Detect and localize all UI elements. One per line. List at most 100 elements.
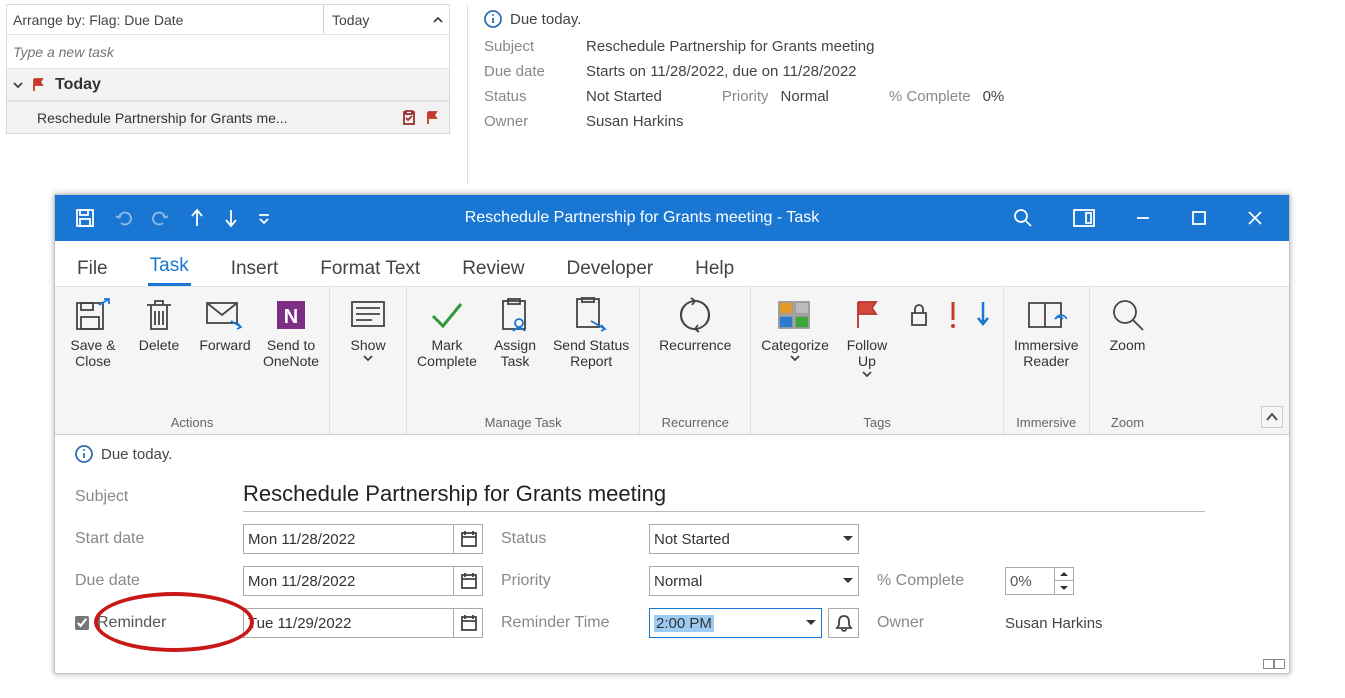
minimize-icon[interactable] bbox=[1135, 210, 1151, 226]
high-importance-button[interactable] bbox=[943, 293, 963, 335]
pct-complete-value: 0% bbox=[983, 88, 1005, 105]
priority-label: Priority bbox=[501, 572, 631, 590]
maximize-icon[interactable] bbox=[1191, 210, 1207, 226]
send-status-report-button[interactable]: Send Status Report bbox=[553, 293, 629, 369]
show-button[interactable]: Show bbox=[340, 293, 396, 361]
due-today-text: Due today. bbox=[510, 11, 581, 28]
tab-developer[interactable]: Developer bbox=[565, 252, 656, 286]
sort-filter-dropdown[interactable]: Today bbox=[323, 5, 443, 34]
priority-select[interactable]: Normal bbox=[649, 566, 859, 596]
spin-up-icon[interactable] bbox=[1055, 568, 1073, 581]
ribbon-group-recurrence: Recurrence Recurrence bbox=[640, 287, 751, 434]
status-select[interactable]: Not Started bbox=[649, 524, 859, 554]
next-item-icon[interactable] bbox=[223, 208, 239, 228]
save-close-button[interactable]: Save & Close bbox=[65, 293, 121, 369]
collapse-ribbon-button[interactable] bbox=[1261, 406, 1283, 428]
reminder-checkbox[interactable] bbox=[75, 616, 89, 630]
assign-task-button[interactable]: Assign Task bbox=[487, 293, 543, 369]
owner-label: Owner bbox=[484, 113, 584, 130]
task-form-body: Due today. Subject Reschedule Partnershi… bbox=[55, 435, 1289, 648]
start-date-picker[interactable]: Mon 11/28/2022 bbox=[243, 524, 483, 554]
list-item[interactable]: Reschedule Partnership for Grants me... bbox=[7, 101, 449, 133]
task-list-pane: Arrange by: Flag: Due Date Today Today R… bbox=[6, 4, 450, 134]
resize-handle[interactable] bbox=[1263, 659, 1285, 669]
info-icon bbox=[484, 10, 502, 28]
forward-button[interactable]: Forward bbox=[197, 293, 253, 353]
undo-icon[interactable] bbox=[113, 208, 133, 228]
status-label: Status bbox=[484, 88, 584, 105]
calendar-icon[interactable] bbox=[453, 609, 478, 637]
due-today-banner: Due today. bbox=[75, 445, 1269, 463]
reminder-date-picker[interactable]: Tue 11/29/2022 bbox=[243, 608, 483, 638]
follow-up-button[interactable]: Follow Up bbox=[839, 293, 895, 377]
status-row: Not Started PriorityNormal % Complete0% bbox=[586, 88, 1325, 105]
due-date-label: Due date bbox=[75, 572, 225, 590]
low-importance-button[interactable] bbox=[973, 293, 993, 335]
reminder-label: Reminder bbox=[97, 614, 166, 632]
recurrence-button[interactable]: Recurrence bbox=[650, 293, 740, 353]
owner-value: Susan Harkins bbox=[586, 113, 1325, 130]
reminder-time-label: Reminder Time bbox=[501, 614, 631, 632]
chevron-down-icon bbox=[790, 355, 800, 361]
subject-field[interactable]: Reschedule Partnership for Grants meetin… bbox=[243, 481, 1205, 512]
categorize-button[interactable]: Categorize bbox=[761, 293, 829, 361]
calendar-icon[interactable] bbox=[453, 567, 478, 595]
previous-item-icon[interactable] bbox=[189, 208, 205, 228]
ribbon-group-immersive: Immersive Reader Immersive bbox=[1004, 287, 1090, 434]
due-date-picker[interactable]: Mon 11/28/2022 bbox=[243, 566, 483, 596]
chevron-down-icon bbox=[363, 355, 373, 361]
send-to-onenote-button[interactable]: NSend to OneNote bbox=[263, 293, 319, 369]
ribbon: Save & Close Delete Forward NSend to One… bbox=[55, 287, 1289, 435]
subject-label: Subject bbox=[75, 488, 225, 506]
new-task-input-row bbox=[7, 35, 449, 69]
info-icon bbox=[75, 445, 93, 463]
new-task-input[interactable] bbox=[7, 44, 449, 60]
svg-text:N: N bbox=[284, 306, 298, 328]
start-date-label: Start date bbox=[75, 530, 225, 548]
reading-pane: Due today. Subject Reschedule Partnershi… bbox=[467, 4, 1341, 184]
owner-label: Owner bbox=[877, 614, 987, 632]
tab-task[interactable]: Task bbox=[148, 249, 191, 286]
ribbon-group-actions: Save & Close Delete Forward NSend to One… bbox=[55, 287, 330, 434]
reminder-sound-button[interactable] bbox=[828, 608, 859, 638]
chevron-down-icon bbox=[13, 82, 23, 88]
zoom-button[interactable]: Zoom bbox=[1100, 293, 1156, 353]
task-group-label: Today bbox=[55, 76, 101, 94]
tab-format-text[interactable]: Format Text bbox=[318, 252, 422, 286]
due-today-text: Due today. bbox=[101, 446, 172, 463]
chevron-down-icon bbox=[842, 535, 854, 543]
tab-file[interactable]: File bbox=[75, 252, 110, 286]
close-icon[interactable] bbox=[1247, 210, 1263, 226]
mark-complete-button[interactable]: Mark Complete bbox=[417, 293, 477, 369]
flag-icon[interactable] bbox=[425, 110, 441, 126]
spin-down-icon[interactable] bbox=[1055, 581, 1073, 594]
pct-complete-label: % Complete bbox=[877, 572, 987, 590]
immersive-reader-button[interactable]: Immersive Reader bbox=[1014, 293, 1079, 369]
delete-button[interactable]: Delete bbox=[131, 293, 187, 353]
customize-qat-icon[interactable] bbox=[257, 211, 271, 225]
arrange-by-row[interactable]: Arrange by: Flag: Due Date Today bbox=[7, 5, 449, 35]
private-button[interactable] bbox=[905, 293, 933, 335]
calendar-icon[interactable] bbox=[453, 525, 478, 553]
due-date-value: Starts on 11/28/2022, due on 11/28/2022 bbox=[586, 63, 1325, 80]
bell-icon bbox=[835, 614, 853, 632]
tab-insert[interactable]: Insert bbox=[229, 252, 281, 286]
chevron-up-icon bbox=[1266, 413, 1278, 421]
reminder-time-select[interactable]: 2:00 PM bbox=[649, 608, 822, 638]
tab-help[interactable]: Help bbox=[693, 252, 736, 286]
pct-complete-spinner[interactable]: 0% bbox=[1005, 567, 1205, 595]
tab-review[interactable]: Review bbox=[460, 252, 526, 286]
search-icon[interactable] bbox=[1013, 208, 1033, 228]
window-title: Reschedule Partnership for Grants meetin… bbox=[271, 209, 1013, 227]
switch-mode-icon[interactable] bbox=[1073, 209, 1095, 227]
due-today-banner: Due today. bbox=[484, 10, 1325, 28]
arrange-by-label: Arrange by: Flag: Due Date bbox=[13, 12, 183, 28]
save-icon[interactable] bbox=[75, 208, 95, 228]
pct-complete-label: % Complete bbox=[889, 88, 971, 105]
chevron-down-icon bbox=[842, 577, 854, 585]
chevron-down-icon bbox=[805, 619, 817, 627]
task-group-today[interactable]: Today bbox=[7, 69, 449, 101]
due-date-label: Due date bbox=[484, 63, 584, 80]
ribbon-group-zoom: Zoom Zoom bbox=[1090, 287, 1166, 434]
redo-icon[interactable] bbox=[151, 208, 171, 228]
